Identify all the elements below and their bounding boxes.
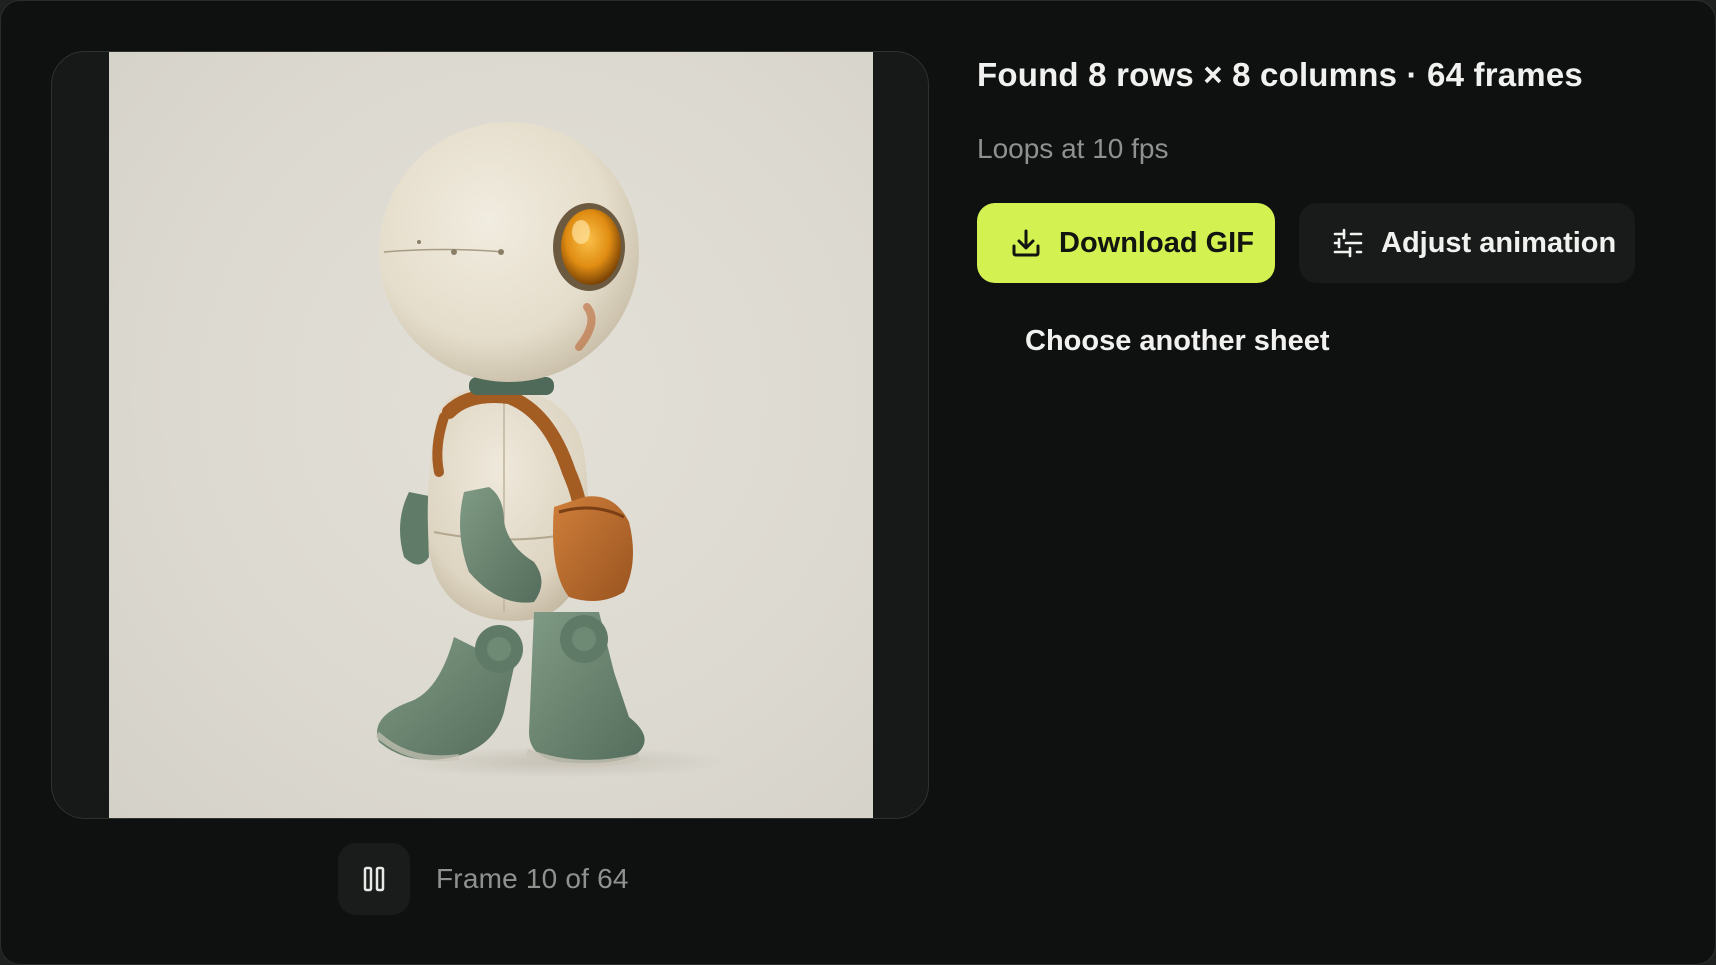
- pause-button[interactable]: [338, 843, 410, 915]
- choose-another-sheet-button[interactable]: Choose another sheet: [1025, 325, 1677, 358]
- app-window: Frame 10 of 64 Found 8 rows × 8 columns …: [0, 0, 1716, 965]
- robot-illustration: [374, 122, 729, 778]
- download-gif-button[interactable]: Download GIF: [977, 203, 1275, 283]
- action-buttons: Download GIF Adjust animation: [977, 203, 1677, 283]
- pause-icon: [363, 866, 385, 892]
- fps-text: Loops at 10 fps: [977, 133, 1169, 164]
- frame-counter: Frame 10 of 64: [436, 863, 629, 894]
- preview-frame-image: [109, 52, 873, 818]
- result-title: Found 8 rows × 8 columns · 64 frames: [977, 56, 1583, 93]
- download-gif-label: Download GIF: [1059, 226, 1254, 259]
- adjust-animation-button[interactable]: Adjust animation: [1299, 203, 1635, 283]
- adjust-animation-label: Adjust animation: [1381, 226, 1617, 259]
- download-icon: [1009, 226, 1043, 260]
- sliders-icon: [1331, 226, 1365, 260]
- animation-preview: [51, 51, 929, 819]
- player-controls: Frame 10 of 64: [338, 843, 629, 915]
- info-panel: Found 8 rows × 8 columns · 64 frames Loo…: [977, 53, 1677, 358]
